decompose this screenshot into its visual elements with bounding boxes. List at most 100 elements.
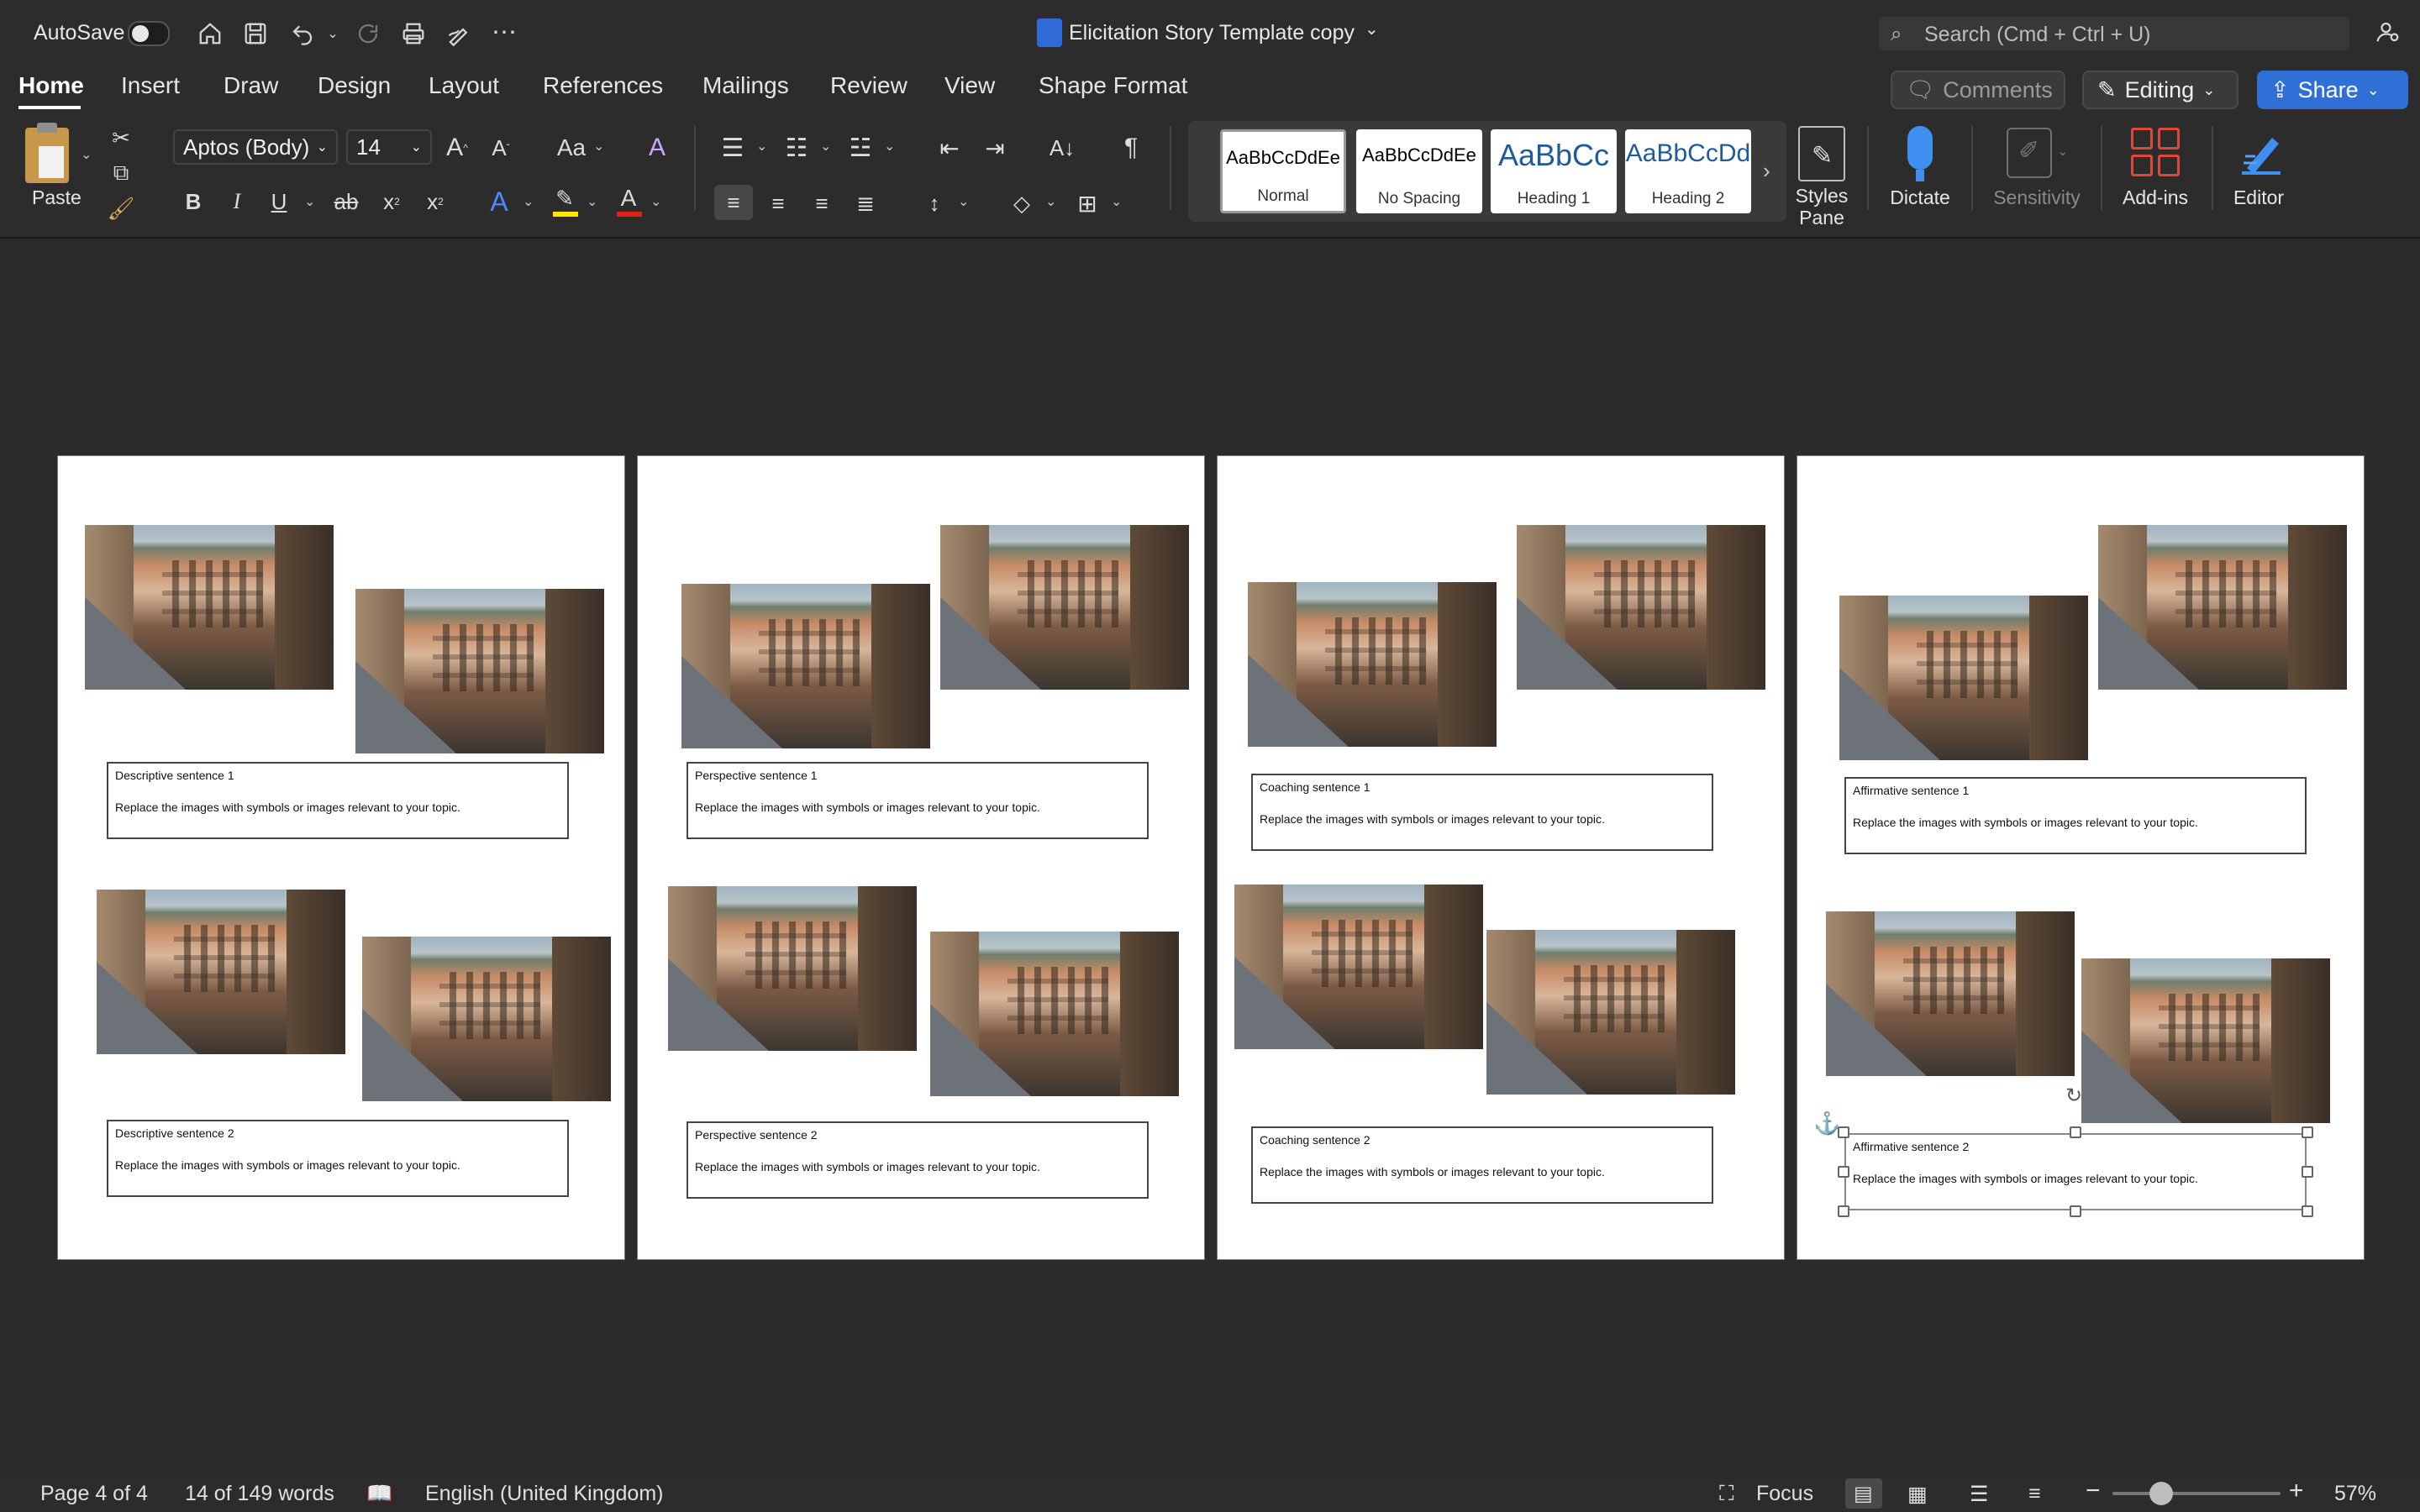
format-painter-icon[interactable]: 🖌 bbox=[108, 195, 135, 222]
font-size-select[interactable]: 14 ⌄ bbox=[346, 129, 432, 165]
chevron-down-icon[interactable]: ⌄ bbox=[1045, 193, 1056, 210]
resize-handle[interactable] bbox=[1838, 1166, 1849, 1178]
line-spacing-icon[interactable]: ↕ bbox=[918, 186, 951, 220]
story-image[interactable] bbox=[355, 589, 604, 753]
save-icon[interactable] bbox=[239, 17, 272, 50]
chevron-down-icon[interactable]: ⌄ bbox=[820, 138, 831, 155]
anchor-icon[interactable]: ⚓ bbox=[1813, 1110, 1840, 1137]
microphone-icon[interactable] bbox=[1907, 126, 1933, 170]
increase-indent-icon[interactable]: ⇥ bbox=[978, 131, 1012, 165]
sentence-text-box[interactable]: Descriptive sentence 2 Replace the image… bbox=[107, 1120, 569, 1197]
tab-review[interactable]: Review bbox=[830, 72, 908, 99]
search-box[interactable]: ⌕ Search (Cmd + Ctrl + U) bbox=[1879, 17, 2349, 50]
copy-icon[interactable]: ⧉ bbox=[108, 160, 134, 186]
print-layout-button[interactable]: ▤ bbox=[1845, 1478, 1882, 1509]
account-icon[interactable] bbox=[2371, 15, 2405, 49]
tab-home[interactable]: Home bbox=[18, 72, 84, 99]
focus-icon[interactable]: ⛶ bbox=[1719, 1482, 1734, 1506]
dictate-label[interactable]: Dictate bbox=[1879, 186, 1961, 209]
story-image[interactable] bbox=[2081, 958, 2330, 1123]
title-chevron-icon[interactable]: ⌄ bbox=[1365, 18, 1379, 39]
styles-pane-icon[interactable]: ✎ bbox=[1798, 126, 1845, 181]
show-paragraph-marks-icon[interactable]: ¶ bbox=[1114, 131, 1148, 165]
tab-design[interactable]: Design bbox=[318, 72, 391, 99]
style-normal[interactable]: AaBbCcDdEe Normal bbox=[1220, 129, 1346, 213]
text-effects-icon[interactable]: A bbox=[484, 185, 514, 218]
story-image[interactable] bbox=[1517, 525, 1765, 690]
cut-icon[interactable]: ✂ bbox=[108, 124, 134, 151]
zoom-out-icon[interactable]: − bbox=[2086, 1477, 2101, 1505]
story-image[interactable] bbox=[930, 932, 1179, 1096]
home-icon[interactable] bbox=[193, 17, 227, 50]
sentence-text-box[interactable]: Perspective sentence 2 Replace the image… bbox=[687, 1121, 1149, 1199]
sentence-text-box[interactable]: Affirmative sentence 1 Replace the image… bbox=[1844, 777, 2307, 854]
autosave-toggle[interactable] bbox=[128, 21, 170, 46]
story-image[interactable] bbox=[2098, 525, 2347, 690]
resize-handle[interactable] bbox=[2302, 1166, 2313, 1178]
bullets-icon[interactable]: ☰ bbox=[716, 131, 750, 165]
decrease-indent-icon[interactable]: ⇤ bbox=[933, 131, 966, 165]
story-image[interactable] bbox=[97, 890, 345, 1054]
story-image[interactable] bbox=[85, 525, 334, 690]
styles-more-icon[interactable]: › bbox=[1763, 158, 1770, 184]
editor-icon[interactable] bbox=[2235, 126, 2289, 180]
chevron-down-icon[interactable]: ⌄ bbox=[884, 138, 895, 155]
subscript-icon[interactable]: x2 bbox=[376, 186, 407, 217]
resize-handle[interactable] bbox=[2302, 1205, 2313, 1217]
clear-formatting-icon[interactable]: A bbox=[640, 131, 674, 165]
numbering-icon[interactable]: ☷ bbox=[780, 131, 813, 165]
comments-button[interactable]: 🗨 Comments bbox=[1891, 71, 2065, 109]
zoom-level[interactable]: 57% bbox=[2334, 1482, 2376, 1506]
document-title[interactable]: Elicitation Story Template copy bbox=[1069, 21, 1355, 45]
page-2[interactable]: Perspective sentence 1 Replace the image… bbox=[637, 455, 1205, 1260]
sentence-text-box[interactable]: Coaching sentence 1 Replace the images w… bbox=[1251, 774, 1713, 851]
change-case-icon[interactable]: Aa bbox=[551, 131, 592, 165]
chevron-down-icon[interactable]: ⌄ bbox=[1111, 193, 1122, 210]
pen-icon[interactable] bbox=[442, 17, 476, 50]
editing-button[interactable]: ✎ Editing ⌄ bbox=[2082, 71, 2238, 109]
shading-icon[interactable]: ◇ bbox=[1005, 186, 1039, 220]
paste-icon[interactable] bbox=[25, 123, 69, 183]
paste-label[interactable]: Paste bbox=[32, 186, 82, 209]
web-layout-icon[interactable]: ▦ bbox=[1907, 1482, 1928, 1507]
sentence-text-box[interactable]: Perspective sentence 1 Replace the image… bbox=[687, 762, 1149, 839]
style-heading-1[interactable]: AaBbCc Heading 1 bbox=[1491, 129, 1617, 213]
zoom-slider-track[interactable] bbox=[2112, 1492, 2281, 1495]
sentence-text-box[interactable]: Coaching sentence 2 Replace the images w… bbox=[1251, 1126, 1713, 1204]
underline-icon[interactable]: U bbox=[264, 186, 294, 217]
word-count[interactable]: 14 of 149 words bbox=[185, 1482, 334, 1506]
resize-handle[interactable] bbox=[1838, 1205, 1849, 1217]
story-image[interactable] bbox=[1839, 596, 2088, 760]
print-icon[interactable] bbox=[397, 17, 430, 50]
styles-pane-label-1[interactable]: Styles bbox=[1785, 185, 1859, 207]
chevron-down-icon[interactable]: ⌄ bbox=[304, 193, 315, 210]
resize-handle[interactable] bbox=[1838, 1126, 1849, 1138]
proofing-icon[interactable]: 📖 bbox=[366, 1482, 392, 1506]
chevron-down-icon[interactable]: ⌄ bbox=[587, 193, 597, 210]
story-image[interactable] bbox=[940, 525, 1189, 690]
paste-dropdown-icon[interactable]: ⌄ bbox=[81, 146, 92, 163]
tab-draw[interactable]: Draw bbox=[224, 72, 278, 99]
borders-icon[interactable]: ⊞ bbox=[1071, 186, 1104, 220]
selected-text-box[interactable]: Affirmative sentence 2 Replace the image… bbox=[1844, 1133, 2307, 1210]
resize-handle[interactable] bbox=[2302, 1126, 2313, 1138]
focus-label[interactable]: Focus bbox=[1756, 1482, 1813, 1506]
story-image[interactable] bbox=[1826, 911, 2075, 1076]
tab-mailings[interactable]: Mailings bbox=[702, 72, 789, 99]
page-1[interactable]: Descriptive sentence 1 Replace the image… bbox=[57, 455, 625, 1260]
editor-label[interactable]: Editor bbox=[2218, 186, 2299, 209]
superscript-icon[interactable]: x2 bbox=[420, 186, 450, 217]
story-image[interactable] bbox=[681, 584, 930, 748]
page-count[interactable]: Page 4 of 4 bbox=[40, 1482, 148, 1506]
resize-handle[interactable] bbox=[2070, 1205, 2081, 1217]
story-image[interactable] bbox=[1234, 885, 1483, 1049]
resize-handle[interactable] bbox=[2070, 1126, 2081, 1138]
outline-icon[interactable]: ☰ bbox=[1970, 1482, 1988, 1507]
sentence-text-box[interactable]: Descriptive sentence 1 Replace the image… bbox=[107, 762, 569, 839]
align-left-button[interactable]: ≡ bbox=[714, 185, 753, 220]
style-heading-2[interactable]: AaBbCcDd Heading 2 bbox=[1625, 129, 1751, 213]
more-icon[interactable]: ⋯ bbox=[487, 15, 521, 49]
styles-pane-label-2[interactable]: Pane bbox=[1785, 207, 1859, 229]
chevron-down-icon[interactable]: ⌄ bbox=[523, 193, 534, 210]
story-image[interactable] bbox=[668, 886, 917, 1051]
